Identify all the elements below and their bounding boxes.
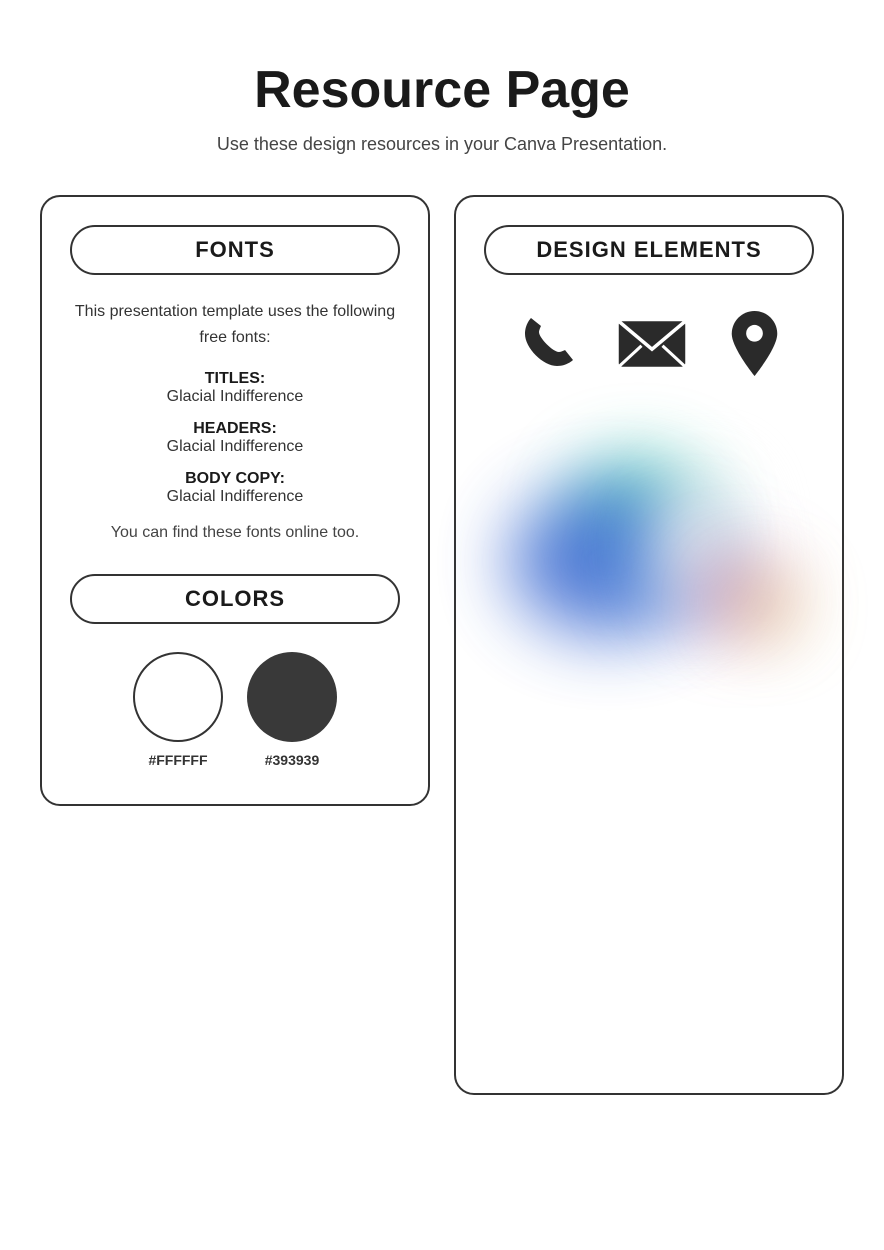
location-icon-item bbox=[727, 311, 782, 376]
body-font: BODY COPY: Glacial Indifference bbox=[70, 470, 400, 506]
colors-badge: COLORS bbox=[70, 574, 400, 624]
blob-yellow bbox=[729, 576, 799, 636]
titles-label: TITLES: bbox=[70, 370, 400, 388]
fonts-note: You can find these fonts online too. bbox=[70, 520, 400, 546]
icons-row bbox=[517, 311, 782, 376]
headers-font: HEADERS: Glacial Indifference bbox=[70, 420, 400, 456]
fonts-badge: FONTS bbox=[70, 225, 400, 275]
design-elements-badge: DESIGN ELEMENTS bbox=[484, 225, 814, 275]
color-dark: #393939 bbox=[247, 652, 337, 768]
mail-icon bbox=[617, 319, 687, 369]
titles-value: Glacial Indifference bbox=[70, 388, 400, 406]
cards-row: FONTS This presentation template uses th… bbox=[40, 195, 844, 1095]
design-elements-badge-label: DESIGN ELEMENTS bbox=[536, 237, 761, 262]
headers-value: Glacial Indifference bbox=[70, 438, 400, 456]
body-label: BODY COPY: bbox=[70, 470, 400, 488]
color-white: #FFFFFF bbox=[133, 652, 223, 768]
colors-badge-label: COLORS bbox=[185, 586, 285, 611]
phone-icon bbox=[517, 314, 577, 374]
page-subtitle: Use these design resources in your Canva… bbox=[217, 134, 667, 155]
mail-icon-item bbox=[617, 319, 687, 369]
color-hex-white: #FFFFFF bbox=[148, 752, 207, 768]
color-swatch-dark bbox=[247, 652, 337, 742]
colors-row: #FFFFFF #393939 bbox=[70, 652, 400, 768]
headers-label: HEADERS: bbox=[70, 420, 400, 438]
titles-font: TITLES: Glacial Indifference bbox=[70, 370, 400, 406]
gradient-blob bbox=[489, 446, 809, 666]
fonts-colors-card: FONTS This presentation template uses th… bbox=[40, 195, 430, 806]
phone-icon-item bbox=[517, 314, 577, 374]
design-elements-card: DESIGN ELEMENTS bbox=[454, 195, 844, 1095]
color-hex-dark: #393939 bbox=[265, 752, 320, 768]
body-value: Glacial Indifference bbox=[70, 488, 400, 506]
fonts-badge-label: FONTS bbox=[195, 237, 275, 262]
location-pin-icon bbox=[727, 311, 782, 376]
page-title: Resource Page bbox=[254, 60, 630, 120]
fonts-intro-text: This presentation template uses the foll… bbox=[70, 299, 400, 350]
color-swatch-white bbox=[133, 652, 223, 742]
